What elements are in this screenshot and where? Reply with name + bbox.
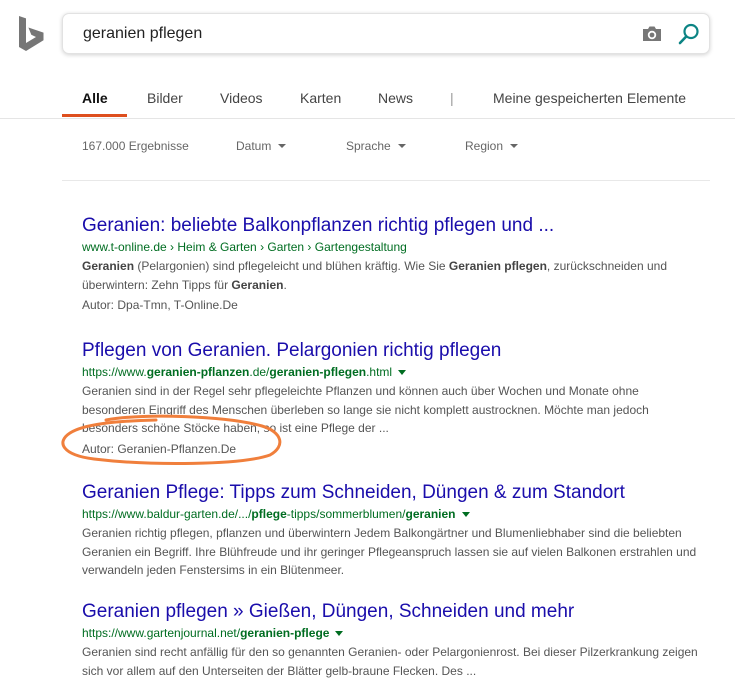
url-menu-caret-icon[interactable] <box>398 370 407 375</box>
result-url[interactable]: www.t-online.de › Heim & Garten › Garten… <box>82 239 702 256</box>
search-tabs: Alle Bilder Videos Karten News | Meine g… <box>0 80 735 118</box>
highlighted-term: geranien-pflanzen <box>146 365 250 379</box>
text-segment: -tipps/sommerblumen/ <box>286 507 406 521</box>
text-segment: https://www.gartenjournal.net/ <box>82 626 241 640</box>
result-snippet: Geranien richtig pflegen, pflanzen und ü… <box>82 524 702 580</box>
result-snippet: Geranien sind recht anfällig für den so … <box>82 643 702 680</box>
tab-karten[interactable]: Karten <box>300 90 341 106</box>
text-segment: .de/ <box>249 365 270 379</box>
camera-icon[interactable] <box>641 24 663 44</box>
result-author: Autor: Dpa-Tmn, T-Online.De <box>82 298 238 312</box>
filter-datum-label: Datum <box>236 139 272 153</box>
text-segment: . <box>283 277 287 292</box>
highlighted-term: Geranien <box>82 259 135 273</box>
chevron-down-icon <box>397 144 406 148</box>
filter-region[interactable]: Region <box>465 139 519 153</box>
filter-region-label: Region <box>465 139 504 153</box>
filter-datum[interactable]: Datum <box>236 139 287 153</box>
tab-saved-items[interactable]: Meine gespeicherten Elemente <box>493 90 686 106</box>
result-url[interactable]: https://www.geranien-pflanzen.de/geranie… <box>82 364 702 381</box>
highlighted-term: geranien <box>405 507 456 521</box>
result-snippet: Geranien (Pelargonien) sind pflegeleicht… <box>82 257 702 294</box>
result-title-link[interactable]: Geranien pflegen » Gießen, Düngen, Schne… <box>82 600 702 624</box>
result-count: 167.000 Ergebnisse <box>82 139 189 153</box>
text-segment: .html <box>366 365 393 379</box>
result-url[interactable]: https://www.gartenjournal.net/geranien-p… <box>82 625 702 642</box>
result-title-link[interactable]: Geranien Pflege: Tipps zum Schneiden, Dü… <box>82 481 702 505</box>
search-box[interactable]: geranien pflegen <box>62 13 710 54</box>
highlighted-term: geranien-pflegen <box>269 365 367 379</box>
text-segment: https://www. <box>82 365 147 379</box>
tab-alle[interactable]: Alle <box>82 90 108 106</box>
tab-bilder[interactable]: Bilder <box>147 90 183 106</box>
text-segment: Geranien sind recht anfällig für den so … <box>82 645 698 678</box>
filter-sprache[interactable]: Sprache <box>346 139 406 153</box>
result-title-link[interactable]: Pflegen von Geranien. Pelargonien richti… <box>82 339 702 363</box>
active-tab-indicator <box>62 114 127 117</box>
search-icon[interactable] <box>677 22 701 46</box>
result-title-link[interactable]: Geranien: beliebte Balkonpflanzen richti… <box>82 214 702 238</box>
tab-news[interactable]: News <box>378 90 413 106</box>
highlighted-term: Geranien <box>231 277 284 292</box>
result-url[interactable]: https://www.baldur-garten.de/.../pflege-… <box>82 506 702 523</box>
filter-bar: 167.000 Ergebnisse Datum Sprache Region <box>0 138 735 158</box>
text-segment: https://www.baldur-garten.de/.../ <box>82 507 252 521</box>
search-result: Geranien Pflege: Tipps zum Schneiden, Dü… <box>82 481 702 580</box>
search-result: Geranien: beliebte Balkonpflanzen richti… <box>82 214 702 314</box>
search-input[interactable]: geranien pflegen <box>83 25 202 43</box>
url-menu-caret-icon[interactable] <box>335 631 344 636</box>
filters-divider <box>62 180 710 181</box>
bing-logo[interactable] <box>19 16 46 52</box>
highlighted-term: geranien-pflege <box>240 626 330 640</box>
text-segment: www.t-online.de › Heim & Garten › Garten… <box>82 240 407 254</box>
chevron-down-icon <box>278 144 287 148</box>
highlighted-term: Geranien pflegen <box>448 259 547 273</box>
tabs-divider <box>0 118 735 119</box>
text-segment: (Pelargonien) sind pflegeleicht und blüh… <box>134 259 449 273</box>
filter-sprache-label: Sprache <box>346 139 391 153</box>
tab-videos[interactable]: Videos <box>220 90 263 106</box>
tab-separator: | <box>450 90 454 106</box>
url-menu-caret-icon[interactable] <box>461 512 470 517</box>
chevron-down-icon <box>510 144 519 148</box>
highlight-annotation <box>61 414 282 466</box>
search-result: Geranien pflegen » Gießen, Düngen, Schne… <box>82 600 702 680</box>
text-segment: Geranien richtig pflegen, pflanzen und ü… <box>82 526 697 577</box>
highlighted-term: pflege <box>251 507 287 521</box>
